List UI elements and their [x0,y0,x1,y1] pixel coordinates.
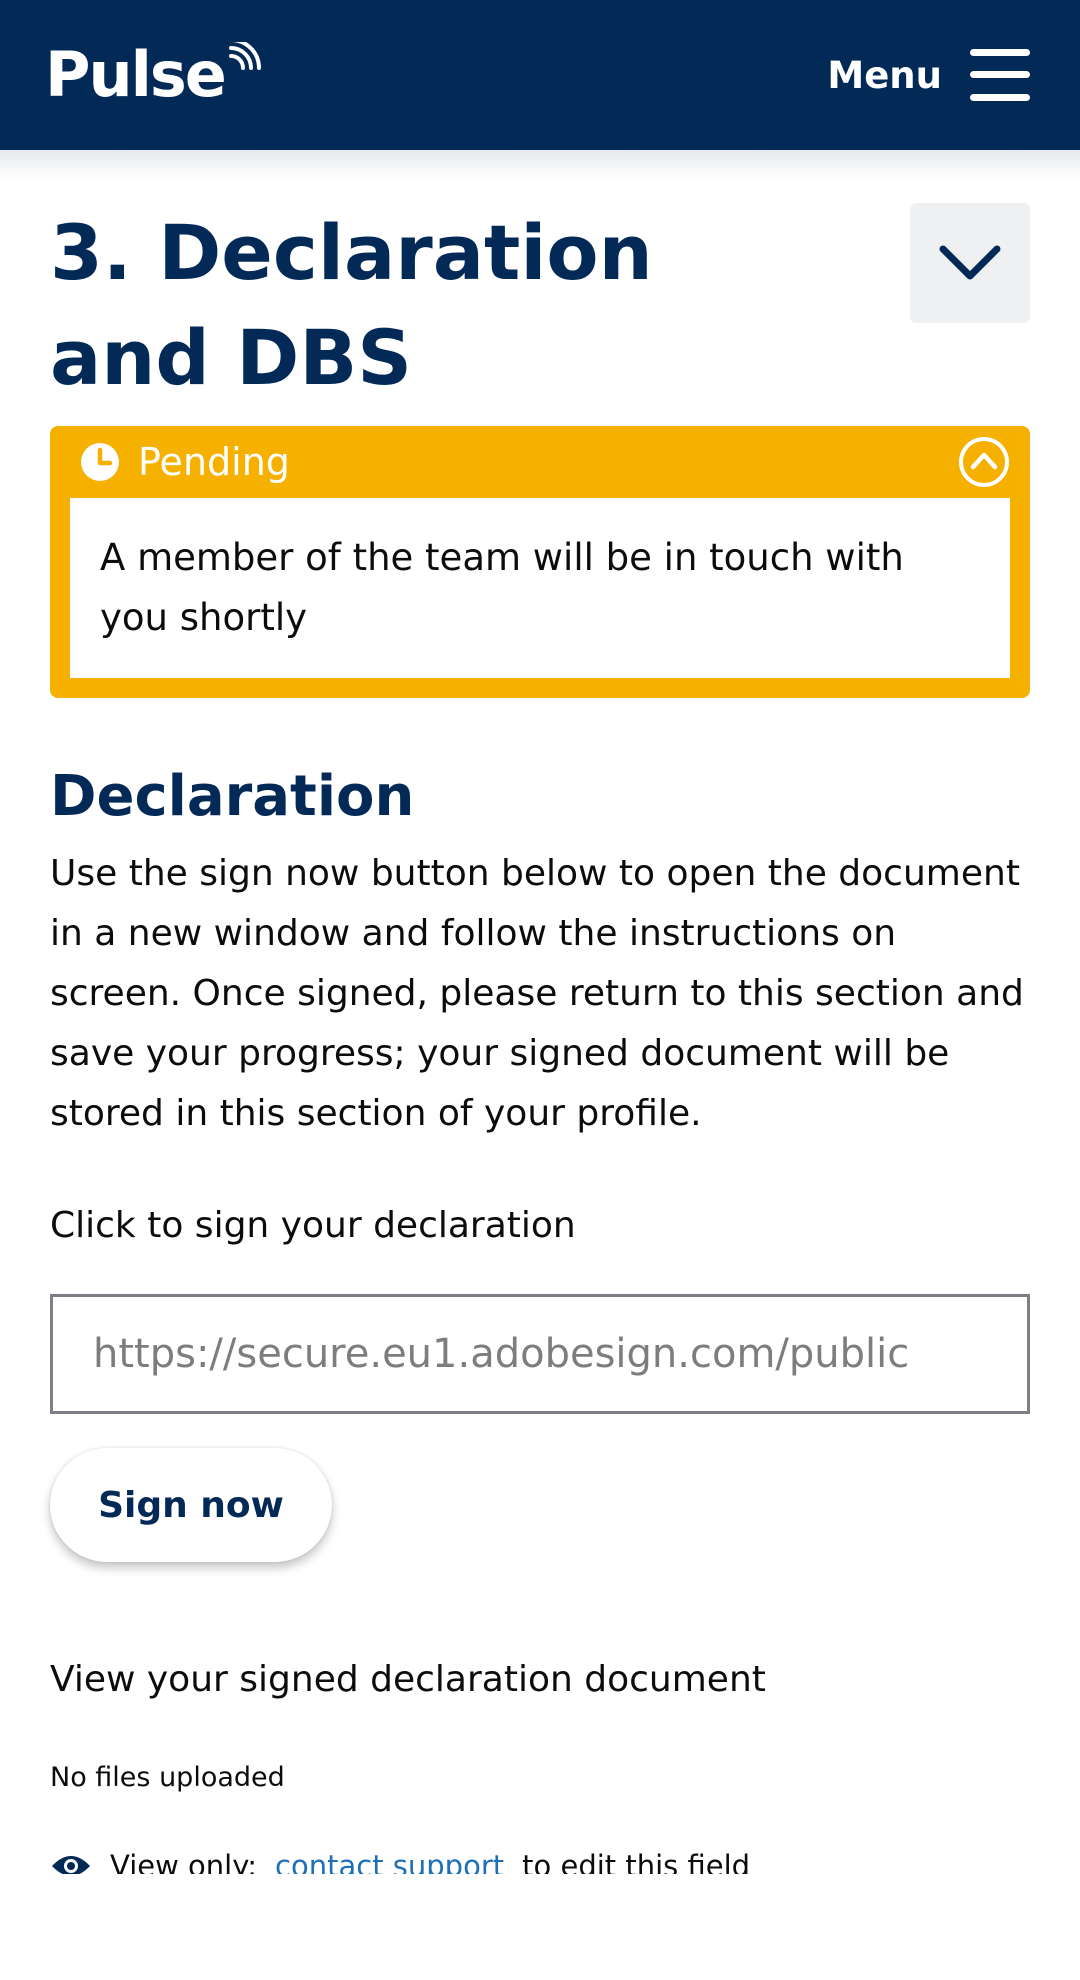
view-only-notice: View only: contact support to edit this … [50,1846,1030,1874]
section-toggle-button[interactable] [910,203,1030,323]
signing-url-field[interactable] [50,1294,1030,1414]
chevron-down-icon [939,245,1001,280]
section-title-row: 3. Declaration and DBS [50,200,1030,402]
view-only-prefix: View only: [110,1849,258,1874]
menu-button[interactable]: Menu [827,49,1030,101]
status-indicator: Pending [70,440,290,484]
top-navigation-bar: Pulse Menu [0,0,1080,150]
hamburger-icon [970,49,1030,101]
sign-now-button[interactable]: Sign now [50,1448,332,1562]
status-message: A member of the team will be in touch wi… [70,498,1010,678]
header-shadow [0,150,1080,180]
logo-text: Pulse [45,38,227,111]
page-title: 3. Declaration and DBS [50,208,653,402]
signal-waves-icon [228,42,261,70]
clock-icon [81,443,119,481]
status-header[interactable]: Pending [70,426,1010,498]
chevron-up-circle-icon[interactable] [958,436,1010,488]
status-panel: Pending A member of the team will be in … [50,426,1030,698]
sign-field-label: Click to sign your declaration [50,1205,576,1246]
eye-icon [52,1856,90,1874]
contact-support-link[interactable]: contact support [275,1846,504,1874]
signed-document-label: View your signed declaration document [50,1659,766,1700]
menu-label: Menu [827,53,942,97]
view-only-suffix: to edit this field [522,1849,751,1874]
status-label: Pending [138,440,290,484]
main-content: 3. Declaration and DBS Pending A member … [50,200,1030,1874]
files-status: No files uploaded [50,1762,285,1793]
declaration-instructions: Use the sign now button below to open th… [50,853,1024,1134]
pulse-logo[interactable]: Pulse [45,38,261,111]
declaration-heading: Declaration [50,764,415,829]
